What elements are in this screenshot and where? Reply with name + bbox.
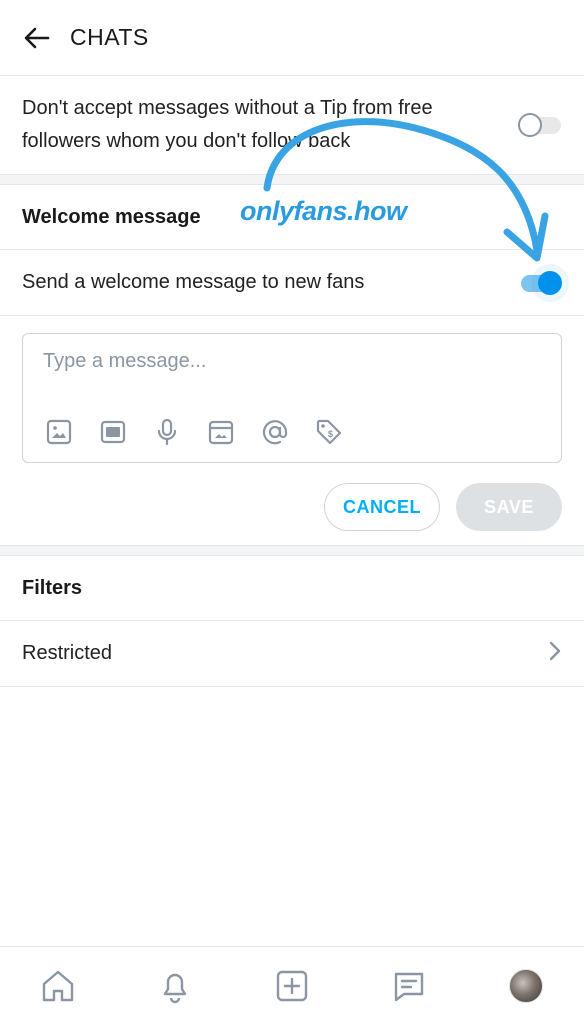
message-input[interactable] <box>43 350 541 373</box>
composer-toolbar: $ <box>45 418 343 446</box>
filters-section-title: Filters <box>0 556 584 621</box>
add-post-icon[interactable] <box>270 964 314 1008</box>
section-divider <box>0 174 584 185</box>
tip-setting-toggle[interactable] <box>518 113 562 137</box>
tip-setting-label: Don't accept messages without a Tip from… <box>22 97 433 152</box>
page-title: CHATS <box>70 24 149 50</box>
welcome-toggle-row: Send a welcome message to new fans <box>0 250 584 316</box>
gif-icon[interactable] <box>99 418 127 446</box>
composer-wrapper: $ <box>0 316 584 463</box>
welcome-toggle[interactable] <box>518 270 562 295</box>
back-arrow-icon[interactable] <box>22 23 52 53</box>
vault-icon[interactable] <box>207 418 235 446</box>
mention-icon[interactable] <box>261 418 289 446</box>
composer-actions: CANCEL SAVE <box>0 463 584 545</box>
avatar[interactable] <box>504 964 548 1008</box>
image-icon[interactable] <box>45 418 73 446</box>
messages-icon[interactable] <box>387 964 431 1008</box>
svg-text:$: $ <box>328 429 333 439</box>
save-button[interactable]: SAVE <box>456 483 562 531</box>
top-bar: CHATS <box>0 0 584 76</box>
price-tag-icon[interactable]: $ <box>315 418 343 446</box>
microphone-icon[interactable] <box>153 418 181 446</box>
cancel-button[interactable]: CANCEL <box>324 483 440 531</box>
welcome-toggle-label: Send a welcome message to new fans <box>22 271 365 293</box>
chevron-right-icon <box>548 640 562 668</box>
tip-setting-row: Don't accept messages without a Tip from… <box>0 76 584 174</box>
bell-icon[interactable] <box>153 964 197 1008</box>
filter-item-label: Restricted <box>22 642 113 664</box>
watermark-text: onlyfans.how <box>240 196 407 226</box>
welcome-message-composer: $ <box>22 333 562 463</box>
profile-avatar <box>508 968 543 1003</box>
section-divider <box>0 545 584 556</box>
bottom-navigation <box>0 946 584 1024</box>
home-icon[interactable] <box>36 964 80 1008</box>
filter-item-restricted[interactable]: Restricted <box>0 621 584 687</box>
